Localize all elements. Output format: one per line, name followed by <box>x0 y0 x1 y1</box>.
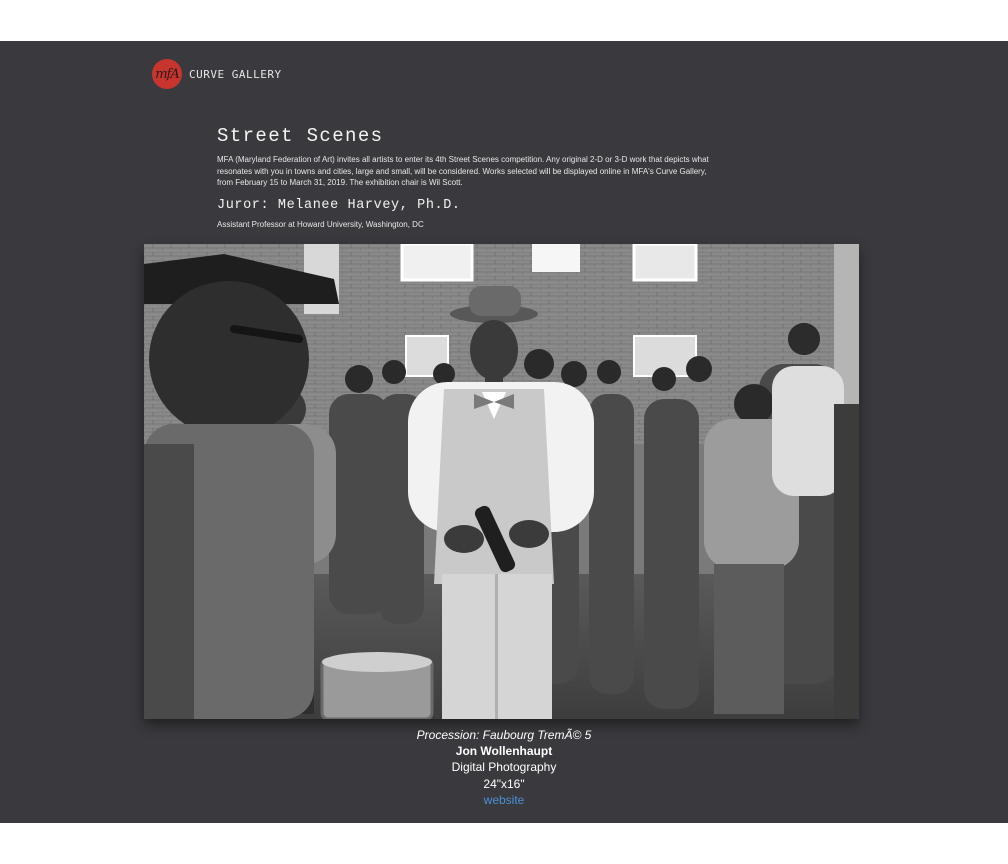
mfa-logo-icon: mfA <box>152 59 182 89</box>
juror-affiliation: Assistant Professor at Howard University… <box>217 219 424 229</box>
street-procession-photo <box>144 244 859 719</box>
page-panel: mfA CURVE GALLERY Street Scenes MFA (Mar… <box>0 41 1008 823</box>
gallery-name: CURVE GALLERY <box>189 67 282 81</box>
juror-name: Juror: Melanee Harvey, Ph.D. <box>217 197 461 213</box>
artist-website-link[interactable]: website <box>484 793 525 807</box>
exhibition-intro: Street Scenes MFA (Maryland Federation o… <box>217 125 717 229</box>
artwork-caption: Procession: Faubourg TremÃ© 5 Jon Wollen… <box>0 727 1008 808</box>
artwork-size: 24"x16" <box>483 776 525 791</box>
exhibition-title: Street Scenes <box>217 125 384 147</box>
exhibition-description: MFA (Maryland Federation of Art) invites… <box>217 155 709 187</box>
artwork-photo[interactable] <box>144 244 859 719</box>
artwork-medium: Digital Photography <box>451 760 557 775</box>
artwork-artist: Jon Wollenhaupt <box>455 744 553 759</box>
site-logo[interactable]: mfA CURVE GALLERY <box>152 59 282 89</box>
artwork-title: Procession: Faubourg TremÃ© 5 <box>416 728 592 742</box>
